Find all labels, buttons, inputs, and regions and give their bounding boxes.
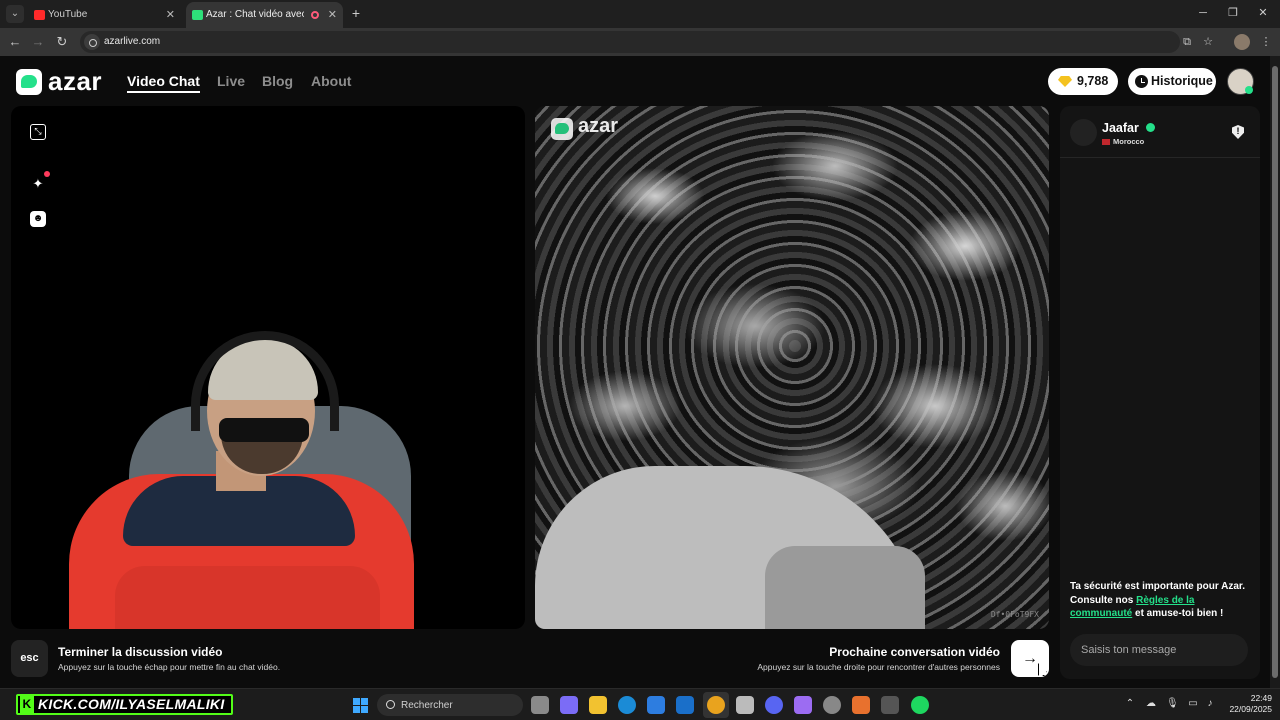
- azar-logo-text: azar: [48, 66, 103, 96]
- search-icon: [386, 700, 395, 709]
- install-app-icon[interactable]: ⧉: [1180, 35, 1194, 49]
- tab-title: Azar : Chat vidéo avec de n: [206, 9, 304, 20]
- taskbar-search-input[interactable]: [377, 694, 523, 716]
- nav-video-chat[interactable]: Video Chat: [127, 73, 200, 93]
- app-icon[interactable]: [852, 696, 870, 714]
- kick-stream-banner: KICK.COM/ILYASELMALIKI: [16, 694, 233, 715]
- verified-badge-icon: [1146, 123, 1155, 132]
- address-bar[interactable]: azarlive.com: [80, 31, 1180, 53]
- youtube-favicon-icon: [34, 10, 45, 20]
- windows-start-icon[interactable]: [353, 698, 368, 713]
- file-explorer-icon[interactable]: [589, 696, 607, 714]
- chrome-icon[interactable]: [707, 696, 725, 714]
- page-scrollbar[interactable]: [1270, 56, 1280, 688]
- video-figure: [115, 566, 380, 629]
- effects-notification-dot: [44, 171, 50, 177]
- chat-panel: Jaafar Morocco ! Ta sécurité est importa…: [1060, 106, 1260, 679]
- tab-title: YouTube: [48, 9, 88, 20]
- volume-icon[interactable]: ♪: [1204, 698, 1216, 710]
- clock-time: 22:49: [1250, 693, 1272, 703]
- clock-icon: [1135, 75, 1148, 88]
- partner-avatar[interactable]: [1070, 119, 1097, 146]
- forward-arrow-icon[interactable]: →: [29, 33, 47, 51]
- store-icon[interactable]: [647, 696, 665, 714]
- inbox-tray-icon[interactable]: [736, 696, 754, 714]
- watermark-text: azar: [578, 115, 619, 137]
- tab-search-chevron-icon[interactable]: ⌄: [6, 5, 24, 23]
- browser-profile-avatar[interactable]: [1234, 34, 1250, 50]
- video-figure: [191, 331, 339, 431]
- window-restore-icon[interactable]: ❐: [1222, 5, 1244, 21]
- back-arrow-icon[interactable]: ←: [6, 33, 24, 51]
- next-chat-title: Prochaine conversation vidéo: [829, 645, 1000, 659]
- nav-about[interactable]: About: [311, 73, 351, 89]
- tab-close-icon[interactable]: ✕: [328, 2, 337, 28]
- browser-menu-icon[interactable]: ⋮: [1259, 35, 1273, 49]
- history-label: Historique: [1151, 74, 1213, 88]
- partner-video-feed: azar Df•0FoT9FX: [535, 106, 1049, 629]
- microphone-icon[interactable]: 🎙: [1166, 698, 1179, 710]
- partner-name[interactable]: Jaafar: [1102, 121, 1139, 135]
- tray-overflow-icon[interactable]: ⌃: [1124, 698, 1136, 710]
- safety-text: et amuse-toi bien !: [1132, 608, 1224, 619]
- spotify-icon[interactable]: [911, 696, 929, 714]
- gems-count: 9,788: [1077, 74, 1109, 88]
- task-view-icon[interactable]: [531, 696, 549, 714]
- azar-favicon-icon: [192, 10, 203, 20]
- clock-date: 22/09/2025: [1229, 704, 1272, 714]
- local-video-feed: ⤡ ✦ ☻: [11, 106, 525, 629]
- obs-icon[interactable]: [823, 696, 841, 714]
- gems-balance-button[interactable]: 9,788: [1048, 68, 1118, 95]
- azar-watermark-icon: [551, 118, 573, 140]
- network-icon[interactable]: ▭: [1187, 698, 1199, 710]
- game-controller-icon[interactable]: [794, 696, 812, 714]
- nav-blog[interactable]: Blog: [262, 73, 293, 89]
- tab-close-icon[interactable]: ✕: [166, 2, 175, 28]
- window-minimize-icon[interactable]: ─: [1192, 5, 1214, 21]
- browser-tab-bar: ⌄ YouTube ✕ Azar : Chat vidéo avec de n …: [0, 0, 1280, 28]
- copilot-icon[interactable]: [560, 696, 578, 714]
- message-input[interactable]: [1070, 634, 1248, 666]
- tab-azar[interactable]: Azar : Chat vidéo avec de n ✕: [186, 2, 343, 28]
- reload-icon[interactable]: ↻: [53, 33, 71, 51]
- partner-id: Df•0FoT9FX: [990, 610, 1039, 619]
- system-clock[interactable]: 22:49 22/09/2025: [1222, 693, 1272, 715]
- app-icon[interactable]: [881, 696, 899, 714]
- nav-live[interactable]: Live: [217, 73, 245, 89]
- window-close-icon[interactable]: ✕: [1252, 5, 1274, 21]
- report-shield-icon[interactable]: !: [1232, 125, 1244, 139]
- outlook-icon[interactable]: [676, 696, 694, 714]
- end-chat-esc-button[interactable]: esc: [11, 640, 48, 677]
- safety-notice: Ta sécurité est importante pour Azar. Co…: [1070, 580, 1254, 621]
- minimize-video-icon[interactable]: ⤡: [30, 124, 46, 140]
- bookmark-star-icon[interactable]: ☆: [1201, 35, 1215, 49]
- tab-youtube[interactable]: YouTube ✕: [28, 2, 181, 28]
- history-button[interactable]: Historique: [1128, 68, 1216, 95]
- partner-country: Morocco: [1113, 137, 1145, 146]
- recording-indicator-icon: [311, 11, 319, 19]
- azar-logo-mark-icon: [16, 69, 42, 95]
- site-info-icon[interactable]: [84, 34, 100, 50]
- chat-header: Jaafar Morocco !: [1060, 106, 1260, 158]
- end-chat-hint: Appuyez sur la touche échap pour mettre …: [58, 662, 281, 672]
- url-text[interactable]: azarlive.com: [104, 31, 160, 53]
- end-chat-title: Terminer la discussion vidéo: [58, 645, 223, 659]
- face-filter-icon[interactable]: ☻: [30, 211, 46, 227]
- browser-toolbar: ← → ↻ azarlive.com ⧉ ☆ ⋮: [0, 28, 1280, 56]
- gem-icon: [1058, 76, 1072, 87]
- video-scene-chair: [535, 466, 925, 629]
- effects-sparkle-icon[interactable]: ✦: [30, 176, 46, 192]
- edge-icon[interactable]: [618, 696, 636, 714]
- azar-page: azar Video Chat Live Blog About 9,788 Hi…: [0, 56, 1270, 688]
- tray-app-icon[interactable]: ☁: [1145, 698, 1157, 710]
- discord-icon[interactable]: [765, 696, 783, 714]
- country-flag-icon: [1102, 139, 1110, 145]
- windows-taskbar: KICK.COM/ILYASELMALIKI ⌃ ☁ 🎙 ▭ ♪ 22:49 2…: [0, 688, 1280, 720]
- scrollbar-thumb[interactable]: [1272, 66, 1278, 678]
- new-tab-plus-icon[interactable]: +: [347, 4, 365, 22]
- avatar-status-badge: [1245, 86, 1253, 94]
- next-chat-hint: Appuyez sur la touche droite pour rencon…: [757, 662, 1000, 672]
